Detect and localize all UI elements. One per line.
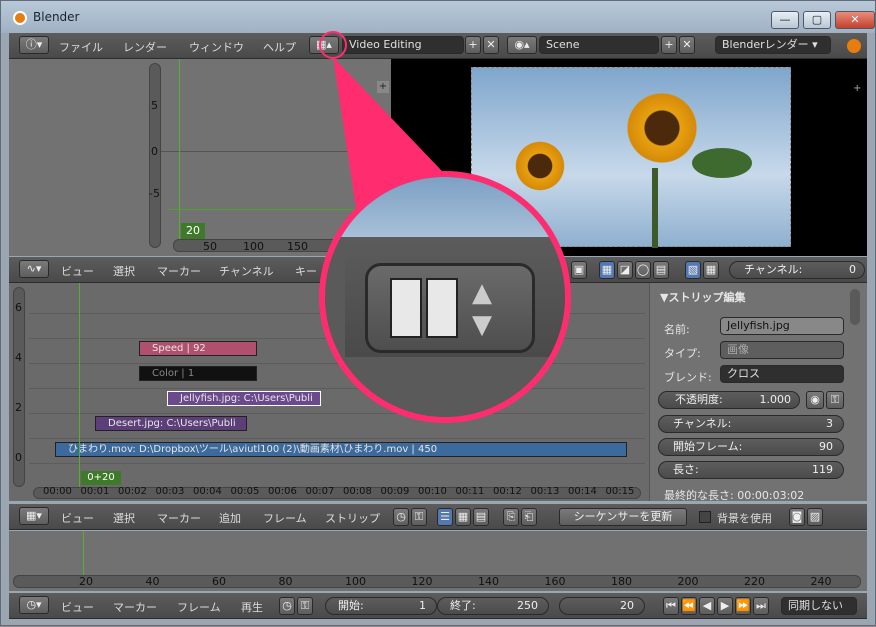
- zoom-callout: ▲ ▼: [319, 171, 571, 423]
- zoomed-layout-icon: [390, 278, 422, 338]
- zoomed-layout-button: ▲ ▼: [365, 263, 535, 353]
- zoomed-up-arrow-icon: ▲: [472, 278, 492, 308]
- blender-window: Blender — ▢ ✕ ⓘ▾ ファイル レンダー ウィンドウ ヘルプ ▦▴ …: [0, 0, 876, 626]
- zoomed-down-arrow-icon: ▼: [472, 310, 492, 340]
